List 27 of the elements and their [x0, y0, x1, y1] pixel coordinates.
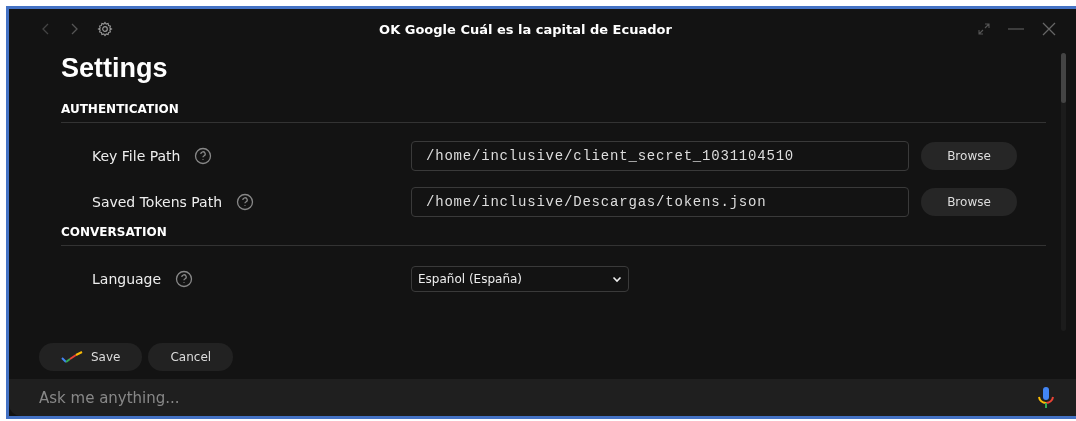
browse-button[interactable]: Browse [921, 142, 1017, 170]
scrollbar[interactable] [1061, 53, 1066, 331]
help-icon[interactable] [175, 270, 194, 288]
setting-label: Key File Path [92, 148, 181, 164]
forward-icon[interactable] [69, 22, 79, 36]
expand-icon[interactable] [978, 23, 990, 35]
page-title: Settings [61, 53, 169, 84]
browse-button[interactable]: Browse [921, 188, 1017, 216]
save-button[interactable]: Save [39, 343, 143, 371]
message-field[interactable]: Ask me anything... [9, 379, 1076, 416]
section-heading: CONVERSATION [61, 225, 167, 239]
path-field[interactable]: /home/inclusive/Descargas/tokens.json [411, 187, 909, 217]
path-field[interactable]: /home/inclusive/client_secret_1031104510 [411, 141, 909, 171]
cancel-button[interactable]: Cancel [148, 343, 234, 371]
settings-icon[interactable] [97, 21, 113, 37]
caret-icon [612, 275, 622, 283]
help-icon[interactable] [194, 147, 213, 165]
setting-label: Saved Tokens Path [92, 194, 223, 210]
help-icon[interactable] [236, 193, 255, 211]
setting-label: Language [92, 271, 162, 287]
microphone-icon[interactable] [1036, 386, 1056, 410]
close-icon[interactable] [1042, 22, 1056, 36]
window-title: OK Google Cuál es la capital de Ecuador [378, 21, 673, 37]
language-dropdown[interactable]: Español (España) [411, 266, 629, 292]
check-icon [61, 351, 83, 363]
section-heading: AUTHENTICATION [61, 102, 179, 116]
back-icon[interactable] [41, 22, 51, 36]
